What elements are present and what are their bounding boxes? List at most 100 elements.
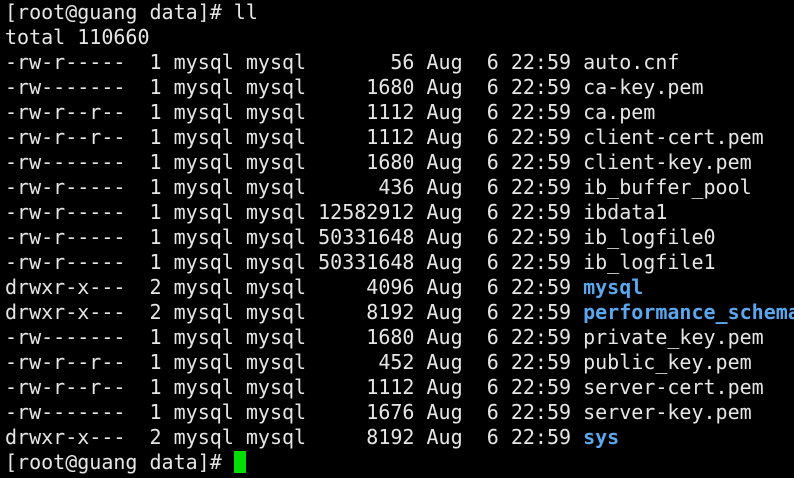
day-field: 6 bbox=[474, 75, 499, 99]
size-field: 1676 bbox=[318, 400, 415, 424]
month-field: Aug bbox=[426, 250, 463, 274]
day-field: 6 bbox=[474, 150, 499, 174]
permissions-field: drwxr-x--- bbox=[5, 300, 126, 324]
link-count-field: 1 bbox=[137, 200, 162, 224]
file-name[interactable]: ib_logfile1 bbox=[583, 250, 715, 274]
group-field: mysql bbox=[245, 50, 307, 74]
file-name[interactable]: client-key.pem bbox=[583, 150, 752, 174]
directory-name[interactable]: performance_schema bbox=[583, 300, 794, 324]
owner-field: mysql bbox=[173, 75, 234, 99]
listing-row: drwxr-x--- 2 mysql mysql 8192 Aug 6 22:5… bbox=[5, 300, 794, 325]
size-field: 50331648 bbox=[318, 250, 415, 274]
group-field: mysql bbox=[245, 400, 307, 424]
link-count-field: 1 bbox=[137, 50, 162, 74]
file-name[interactable]: ibdata1 bbox=[583, 200, 667, 224]
day-field: 6 bbox=[474, 225, 499, 249]
listing-row: -rw------- 1 mysql mysql 1680 Aug 6 22:5… bbox=[5, 75, 794, 100]
day-field: 6 bbox=[474, 300, 499, 324]
command-text: ll bbox=[233, 0, 258, 24]
owner-field: mysql bbox=[173, 100, 234, 124]
terminal-window[interactable]: [root@guang data]# ll total 110660 -rw-r… bbox=[0, 0, 794, 478]
size-field: 436 bbox=[318, 175, 415, 199]
link-count-field: 1 bbox=[137, 150, 162, 174]
listing-row: -rw------- 1 mysql mysql 1676 Aug 6 22:5… bbox=[5, 400, 794, 425]
time-field: 22:59 bbox=[510, 225, 572, 249]
day-field: 6 bbox=[474, 100, 499, 124]
time-field: 22:59 bbox=[510, 400, 572, 424]
directory-listing: -rw-r----- 1 mysql mysql 56 Aug 6 22:59 … bbox=[5, 50, 794, 450]
month-field: Aug bbox=[426, 400, 463, 424]
permissions-field: -rw-r----- bbox=[5, 200, 126, 224]
final-prompt-line[interactable]: [root@guang data]# bbox=[5, 450, 794, 475]
shell-prompt: [root@guang data]# bbox=[5, 0, 234, 24]
owner-field: mysql bbox=[173, 425, 234, 449]
permissions-field: -rw-r--r-- bbox=[5, 350, 126, 374]
listing-row: -rw-r--r-- 1 mysql mysql 452 Aug 6 22:59… bbox=[5, 350, 794, 375]
command-line: [root@guang data]# ll bbox=[5, 0, 794, 25]
size-field: 50331648 bbox=[318, 225, 415, 249]
time-field: 22:59 bbox=[510, 275, 572, 299]
group-field: mysql bbox=[245, 250, 307, 274]
link-count-field: 2 bbox=[137, 275, 162, 299]
file-name[interactable]: client-cert.pem bbox=[583, 125, 764, 149]
link-count-field: 1 bbox=[137, 125, 162, 149]
time-field: 22:59 bbox=[510, 150, 572, 174]
month-field: Aug bbox=[426, 225, 463, 249]
file-name[interactable]: auto.cnf bbox=[583, 50, 679, 74]
permissions-field: -rw------- bbox=[5, 325, 126, 349]
size-field: 8192 bbox=[318, 300, 415, 324]
size-field: 1680 bbox=[318, 150, 415, 174]
file-name[interactable]: public_key.pem bbox=[583, 350, 752, 374]
file-name[interactable]: ib_buffer_pool bbox=[583, 175, 752, 199]
group-field: mysql bbox=[245, 150, 307, 174]
listing-row: -rw-r--r-- 1 mysql mysql 1112 Aug 6 22:5… bbox=[5, 100, 794, 125]
group-field: mysql bbox=[245, 275, 307, 299]
day-field: 6 bbox=[474, 250, 499, 274]
listing-row: -rw-r----- 1 mysql mysql 12582912 Aug 6 … bbox=[5, 200, 794, 225]
owner-field: mysql bbox=[173, 375, 234, 399]
permissions-field: -rw-r----- bbox=[5, 175, 126, 199]
day-field: 6 bbox=[474, 425, 499, 449]
file-name[interactable]: private_key.pem bbox=[583, 325, 764, 349]
link-count-field: 1 bbox=[137, 325, 162, 349]
file-name[interactable]: ca-key.pem bbox=[583, 75, 703, 99]
group-field: mysql bbox=[245, 300, 307, 324]
group-field: mysql bbox=[245, 125, 307, 149]
owner-field: mysql bbox=[173, 200, 234, 224]
file-name[interactable]: ca.pem bbox=[583, 100, 655, 124]
owner-field: mysql bbox=[173, 275, 234, 299]
size-field: 1112 bbox=[318, 125, 415, 149]
month-field: Aug bbox=[426, 50, 463, 74]
cursor-block bbox=[233, 451, 246, 473]
size-field: 452 bbox=[318, 350, 415, 374]
month-field: Aug bbox=[426, 200, 463, 224]
size-field: 12582912 bbox=[318, 200, 415, 224]
month-field: Aug bbox=[426, 275, 463, 299]
time-field: 22:59 bbox=[510, 125, 572, 149]
directory-name[interactable]: mysql bbox=[583, 275, 643, 299]
owner-field: mysql bbox=[173, 175, 234, 199]
size-field: 4096 bbox=[318, 275, 415, 299]
group-field: mysql bbox=[245, 75, 307, 99]
size-field: 1680 bbox=[318, 75, 415, 99]
permissions-field: drwxr-x--- bbox=[5, 275, 126, 299]
group-field: mysql bbox=[245, 375, 307, 399]
owner-field: mysql bbox=[173, 225, 234, 249]
link-count-field: 1 bbox=[137, 175, 162, 199]
directory-name[interactable]: sys bbox=[583, 425, 619, 449]
owner-field: mysql bbox=[173, 150, 234, 174]
listing-row: drwxr-x--- 2 mysql mysql 8192 Aug 6 22:5… bbox=[5, 425, 794, 450]
day-field: 6 bbox=[474, 350, 499, 374]
listing-row: -rw------- 1 mysql mysql 1680 Aug 6 22:5… bbox=[5, 150, 794, 175]
file-name[interactable]: server-cert.pem bbox=[583, 375, 764, 399]
month-field: Aug bbox=[426, 100, 463, 124]
file-name[interactable]: server-key.pem bbox=[583, 400, 752, 424]
link-count-field: 2 bbox=[137, 425, 162, 449]
link-count-field: 1 bbox=[137, 225, 162, 249]
permissions-field: -rw-r----- bbox=[5, 225, 126, 249]
file-name[interactable]: ib_logfile0 bbox=[583, 225, 715, 249]
day-field: 6 bbox=[474, 175, 499, 199]
permissions-field: -rw------- bbox=[5, 75, 126, 99]
permissions-field: -rw-r----- bbox=[5, 250, 126, 274]
listing-row: -rw-r----- 1 mysql mysql 436 Aug 6 22:59… bbox=[5, 175, 794, 200]
